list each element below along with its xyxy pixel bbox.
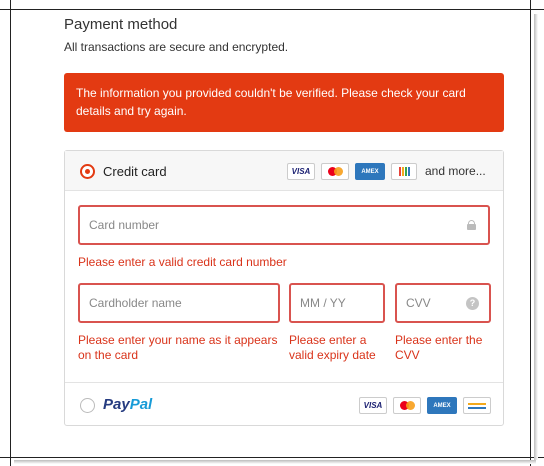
card-number-placeholder: Card number [89,218,160,232]
paypal-option[interactable]: PayPal VISA AMEX [65,382,503,426]
page-subtitle: All transactions are secure and encrypte… [64,40,289,54]
paypal-logo: PayPal [103,396,153,413]
mastercard-icon [393,397,421,414]
error-banner: The information you provided couldn't be… [64,73,504,132]
expiry-placeholder: MM / YY [300,296,346,310]
expiry-date-error: Please enter a valid expiry date [289,333,376,362]
credit-card-option[interactable]: Credit card VISA AMEX and more... [65,151,503,191]
cvv-field[interactable]: CVV ? [395,283,491,323]
mastercard-icon [321,163,349,180]
frame-shadow-right [534,14,538,460]
credit-card-label: Credit card [103,164,167,179]
amex-icon: AMEX [355,163,385,180]
visa-icon: VISA [359,397,387,414]
frame-shadow-bottom [14,460,536,464]
amex-icon: AMEX [427,397,457,414]
payment-options-panel: Credit card VISA AMEX and more... Card n… [64,150,504,426]
credit-card-radio[interactable] [80,164,95,179]
cvv-error: Please enter the CVV [395,333,483,362]
cardholder-name-placeholder: Cardholder name [89,296,182,310]
generic-card-icon [463,397,491,414]
cvv-placeholder: CVV [406,296,431,310]
help-icon[interactable]: ? [466,297,479,310]
more-brands-text: and more... [425,164,486,178]
cardholder-name-error: Please enter your name as it appears on … [78,333,278,362]
lock-icon [467,220,476,230]
page-title: Payment method [64,16,178,33]
card-number-error: Please enter a valid credit card number [78,255,287,269]
visa-icon: VISA [287,163,315,180]
payment-section: Payment method All transactions are secu… [11,10,530,457]
expiry-date-field[interactable]: MM / YY [289,283,385,323]
card-number-field[interactable]: Card number [78,205,490,245]
discover-icon [391,163,417,180]
frame-border-bottom [0,457,544,458]
paypal-radio[interactable] [80,398,95,413]
cardholder-name-field[interactable]: Cardholder name [78,283,280,323]
frame-border-right [530,0,531,466]
